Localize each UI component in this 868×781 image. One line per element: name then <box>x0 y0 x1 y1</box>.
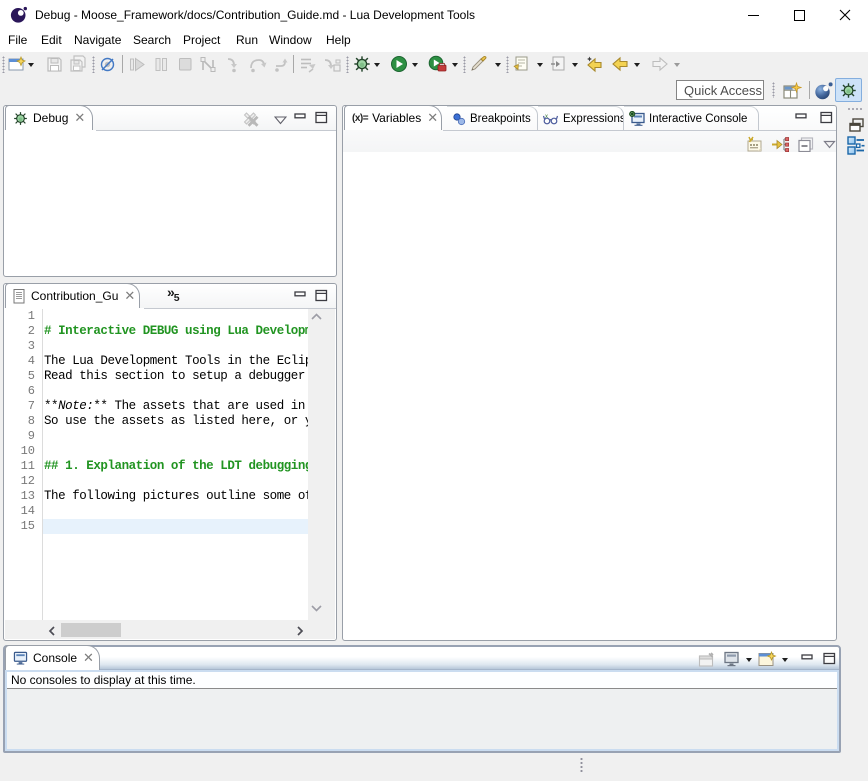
svg-text:x: x <box>545 114 548 120</box>
